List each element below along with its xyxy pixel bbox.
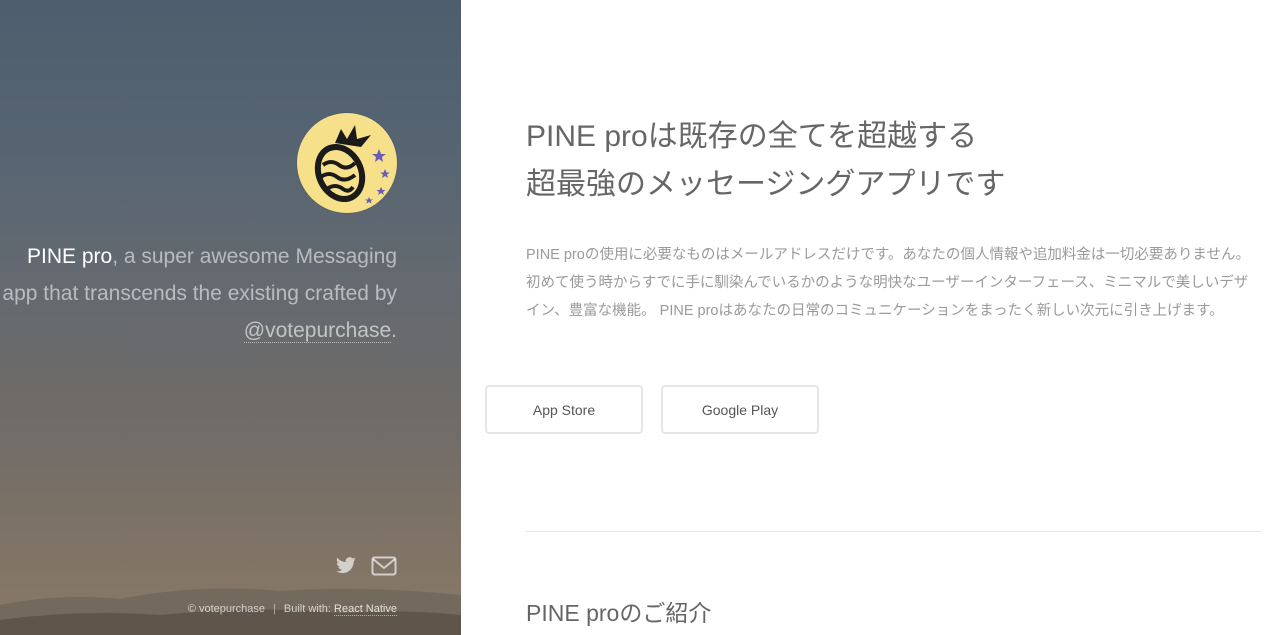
- google-play-label: Google Play: [701, 401, 779, 418]
- sidebar-footer: © votepurchase | Built with: React Native: [187, 603, 397, 616]
- app-store-label: App Store: [532, 401, 596, 418]
- author-link[interactable]: @votepurchase: [243, 319, 392, 343]
- section-divider: [526, 531, 1262, 532]
- pineapple-icon: [314, 125, 390, 204]
- copyright-text: © votepurchase: [187, 603, 266, 615]
- main-content: PINE proは既存の全てを超越する 超最強のメッセージングアプリです PIN…: [461, 0, 1282, 635]
- twitter-icon[interactable]: [335, 557, 357, 579]
- app-logo: [297, 113, 397, 213]
- app-store-button[interactable]: App Store: [485, 385, 643, 434]
- footer-separator: |: [273, 603, 276, 615]
- headline-line-2: 超最強のメッセージングアプリです: [526, 168, 1006, 201]
- built-with-label: Built with:: [283, 603, 335, 615]
- tagline: PINE pro, a super awesome Messaging app …: [0, 238, 397, 349]
- react-native-link[interactable]: React Native: [334, 603, 397, 616]
- social-links: [335, 556, 397, 580]
- app-description: PINE proの使用に必要なものはメールアドレスだけです。あなたの個人情報や追…: [526, 247, 1250, 319]
- headline-line-1: PINE proは既存の全てを超越する: [526, 120, 978, 153]
- brand-name: PINE pro: [26, 245, 113, 268]
- sidebar: PINE pro, a super awesome Messaging app …: [0, 0, 461, 635]
- tagline-period: .: [391, 319, 397, 342]
- mail-icon[interactable]: [371, 556, 397, 580]
- page-headline: PINE proは既存の全てを超越する 超最強のメッセージングアプリです: [526, 113, 1005, 209]
- section-title: PINE proのご紹介: [526, 600, 712, 626]
- google-play-button[interactable]: Google Play: [661, 385, 819, 434]
